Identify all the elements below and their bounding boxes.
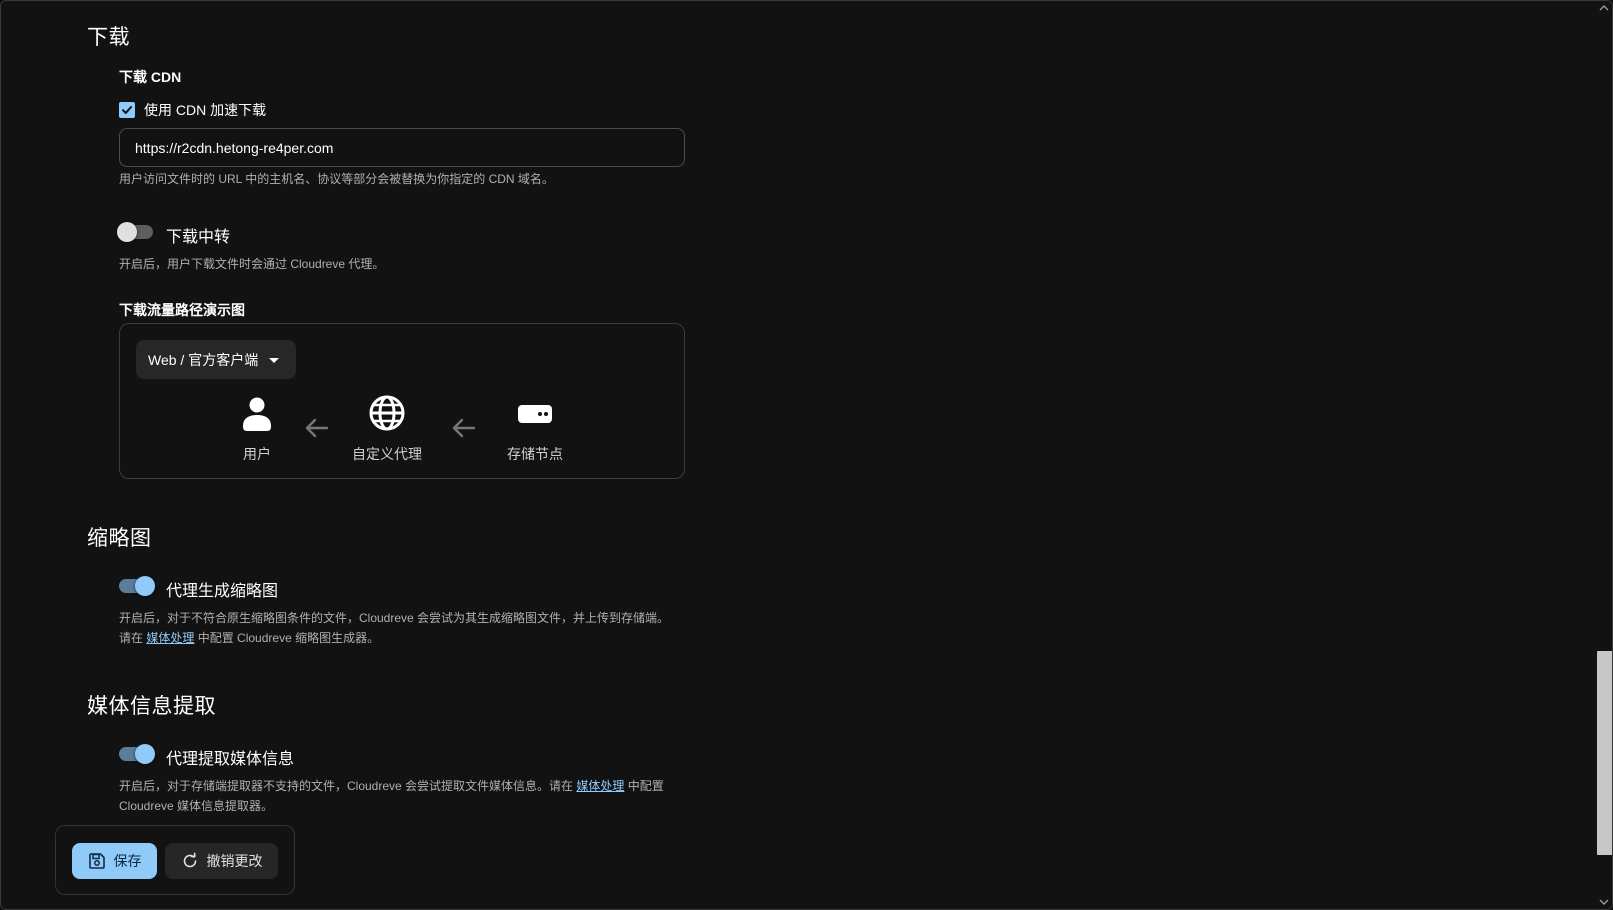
client-type-select[interactable]: Web / 官方客户端 — [136, 340, 297, 379]
media-proxy-label: 代理提取媒体信息 — [166, 751, 295, 768]
vertical-scrollbar[interactable] — [1594, 1, 1612, 909]
cdn-url-field[interactable] — [119, 128, 685, 167]
media-processing-link[interactable]: 媒体处理 — [146, 631, 194, 645]
relay-helper-text: 开启后，用户下载文件时会通过 Cloudreve 代理。 — [119, 257, 385, 271]
download-cdn-label: 下载 CDN — [119, 69, 182, 85]
node-label-storage: 存储节点 — [507, 446, 563, 462]
action-bar: 保存 撤销更改 — [55, 825, 295, 895]
media-helper-before: 开启后，对于存储端提取器不支持的文件，Cloudreve 会尝试提取文件媒体信息… — [119, 779, 574, 793]
save-button-label: 保存 — [113, 853, 142, 869]
arrow-left-icon — [303, 416, 329, 445]
switch-thumb — [117, 222, 137, 242]
revert-button-label: 撤销更改 — [206, 853, 263, 869]
scrollbar-thumb[interactable] — [1597, 651, 1612, 855]
diagram-label: 下载流量路径演示图 — [119, 302, 245, 318]
download-path-diagram: Web / 官方客户端 用户 自定义代理 存储节点 — [119, 323, 685, 479]
download-relay-switch[interactable] — [117, 220, 155, 244]
thumbnail-helper-text: 开启后，对于不符合原生缩略图条件的文件，Cloudreve 会尝试为其生成缩略图… — [119, 608, 679, 648]
section-title-thumbnail: 缩略图 — [87, 527, 152, 550]
switch-thumb — [135, 744, 155, 764]
node-label-user: 用户 — [243, 446, 271, 462]
node-label-proxy: 自定义代理 — [352, 446, 422, 462]
thumbnail-proxy-label: 代理生成缩略图 — [166, 583, 279, 600]
dropdown-arrow-icon — [269, 357, 280, 363]
arrow-left-icon — [450, 416, 476, 445]
media-proxy-switch[interactable] — [117, 742, 155, 766]
checkmark-icon — [122, 106, 132, 114]
redo-icon — [183, 852, 196, 868]
use-cdn-checkbox-row[interactable]: 使用 CDN 加速下载 — [119, 100, 266, 120]
user-icon — [237, 396, 277, 432]
revert-button[interactable]: 撤销更改 — [165, 843, 278, 879]
media-processing-link[interactable]: 媒体处理 — [576, 779, 624, 793]
thumbnail-helper-after: 中配置 Cloudreve 缩略图生成器。 — [197, 631, 380, 645]
section-title-download: 下载 — [87, 26, 130, 49]
client-type-select-value: Web / 官方客户端 — [148, 351, 259, 368]
save-icon — [88, 853, 105, 869]
cdn-helper-text: 用户访问文件时的 URL 中的主机名、协议等部分会被替换为你指定的 CDN 域名… — [119, 172, 554, 186]
save-button[interactable]: 保存 — [72, 843, 157, 879]
cdn-url-input[interactable] — [133, 138, 671, 157]
globe-icon — [368, 394, 406, 437]
switch-thumb — [135, 576, 155, 596]
media-helper-text: 开启后，对于存储端提取器不支持的文件，Cloudreve 会尝试提取文件媒体信息… — [119, 776, 689, 816]
settings-window: 下载 下载 CDN 使用 CDN 加速下载 用户访问文件时的 URL 中的主机名… — [0, 0, 1613, 910]
thumbnail-proxy-switch[interactable] — [117, 574, 155, 598]
scroll-down-icon[interactable] — [1598, 897, 1610, 907]
section-title-media: 媒体信息提取 — [87, 695, 216, 718]
download-relay-label: 下载中转 — [166, 229, 231, 246]
use-cdn-checkbox-label: 使用 CDN 加速下载 — [144, 102, 267, 118]
scroll-up-icon[interactable] — [1598, 3, 1610, 13]
use-cdn-checkbox[interactable] — [119, 102, 135, 118]
storage-node-icon — [517, 404, 553, 429]
